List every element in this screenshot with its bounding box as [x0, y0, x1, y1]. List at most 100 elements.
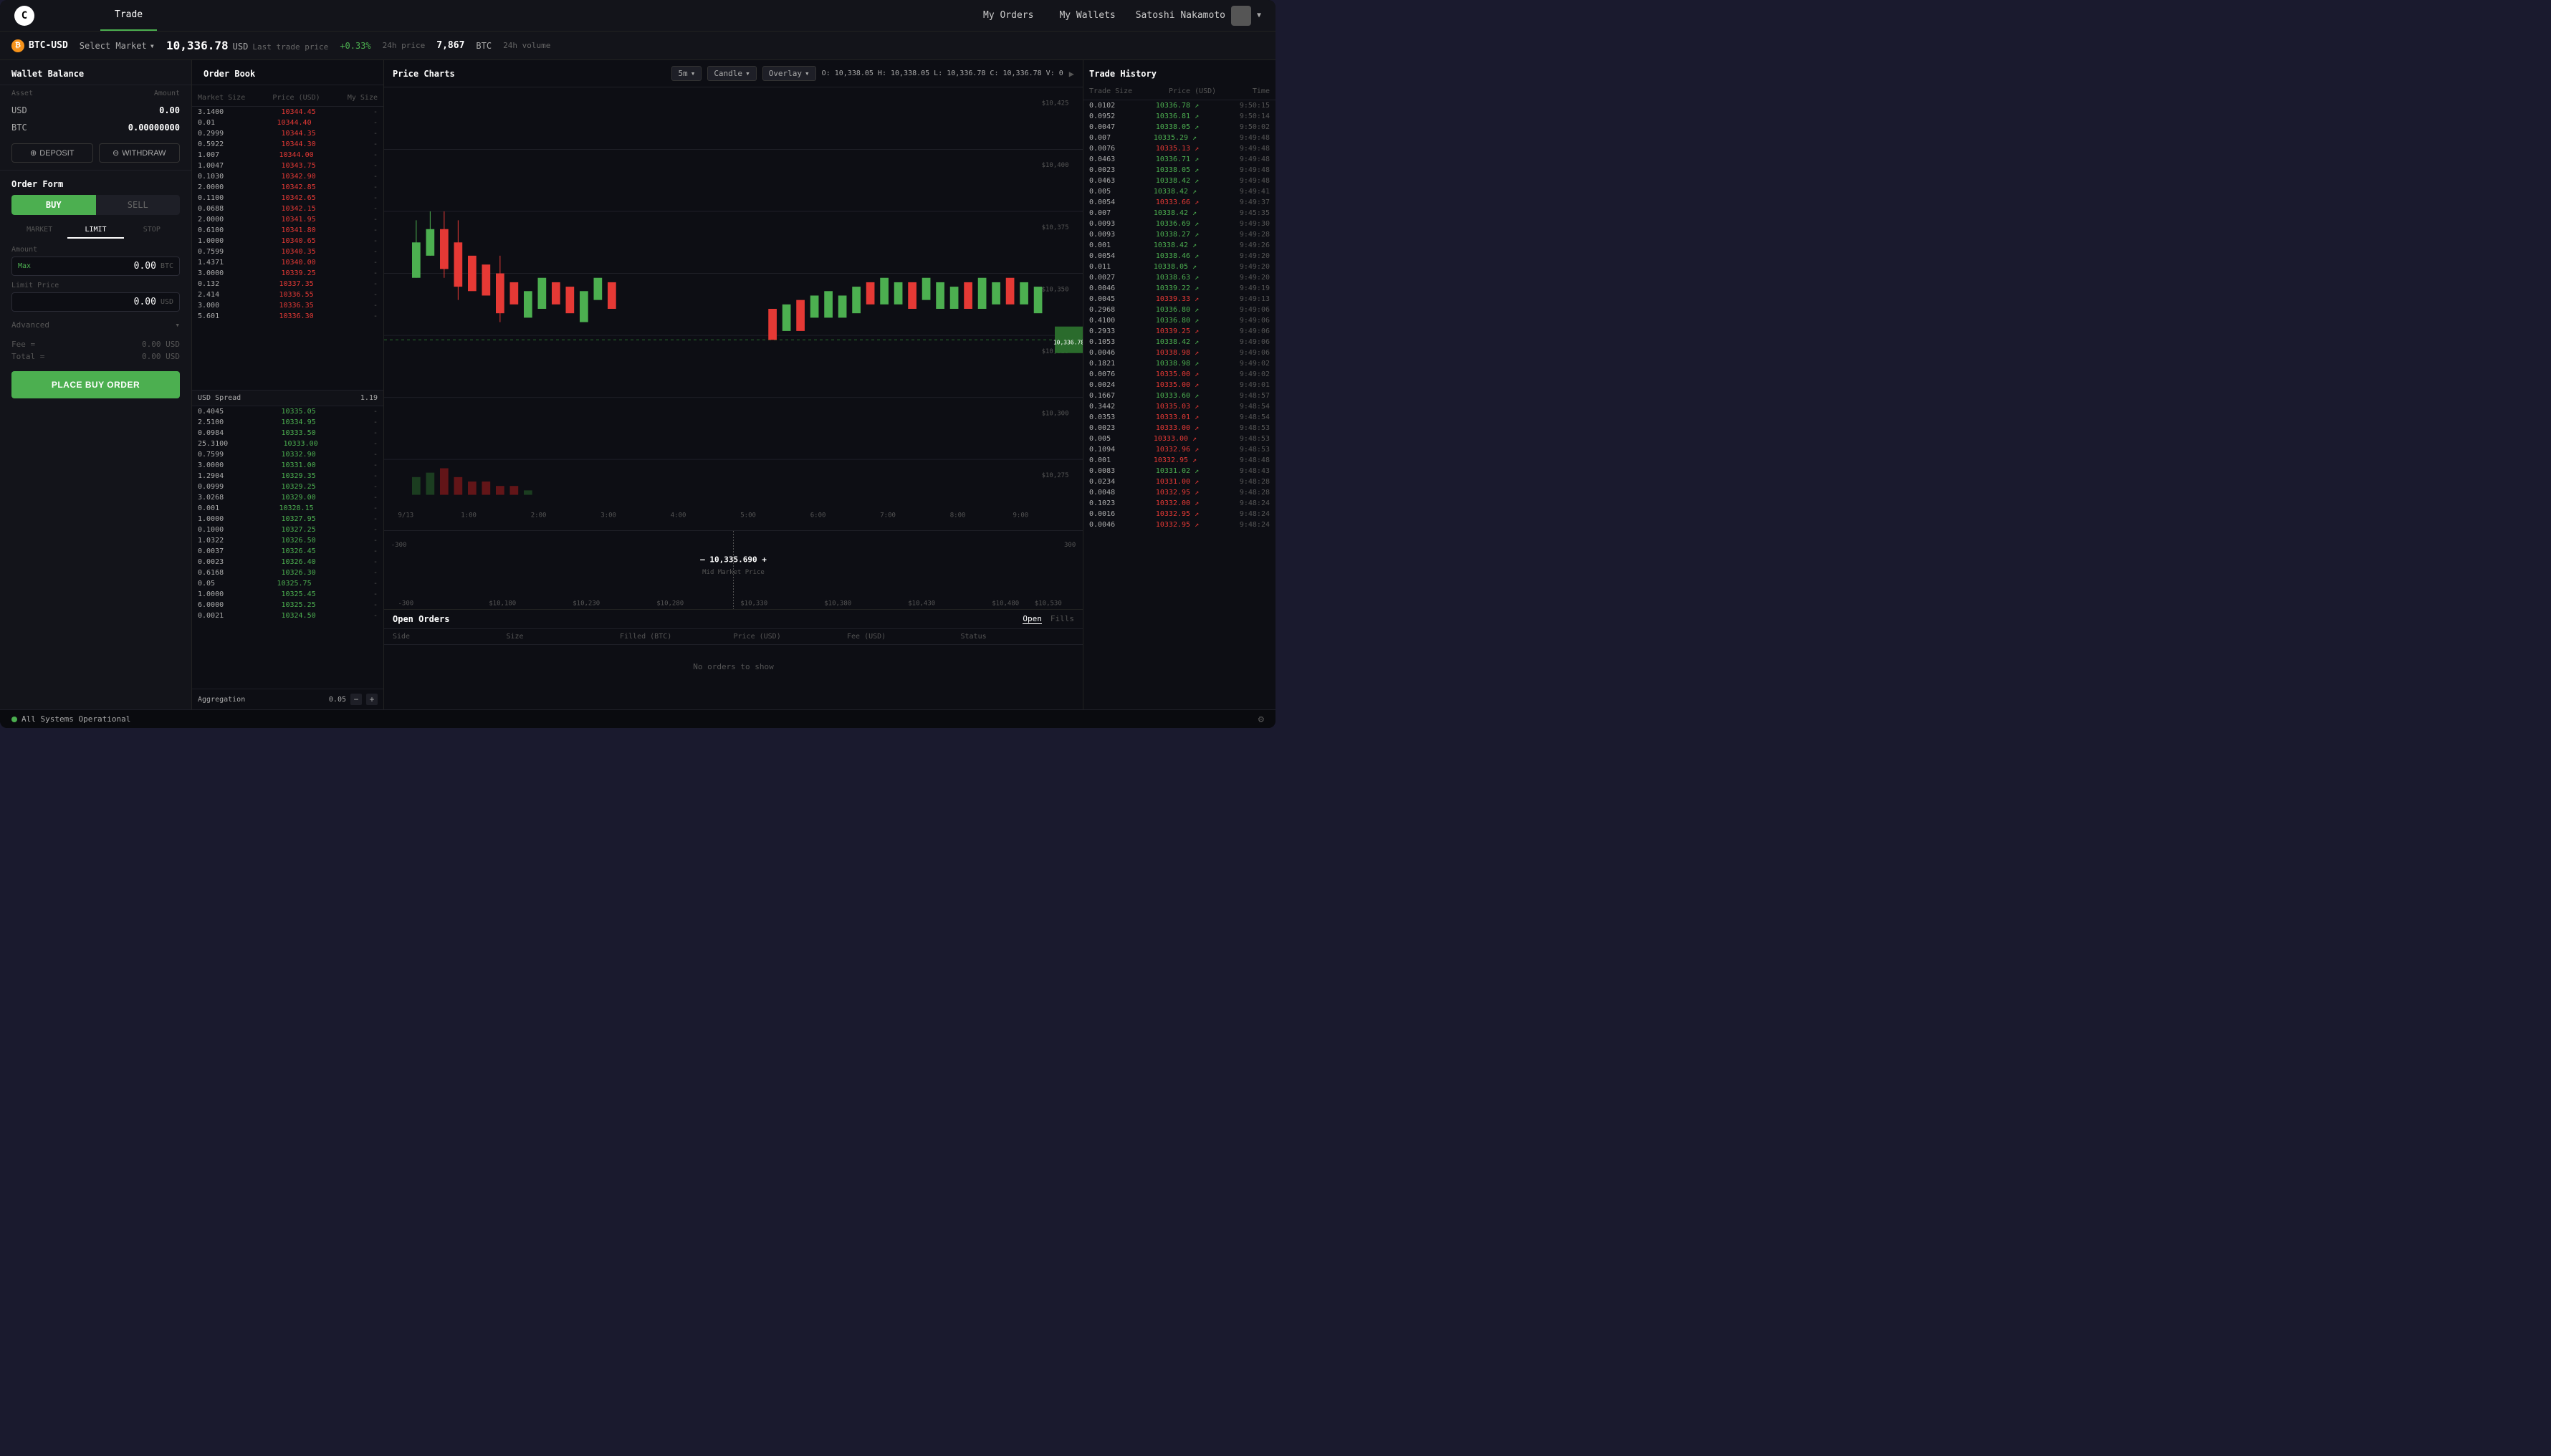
ob-buy-row[interactable]: 0.0037 10326.45 -: [192, 546, 383, 557]
my-wallets-button[interactable]: My Wallets: [1053, 7, 1121, 24]
ob-sell-row[interactable]: 2.0000 10341.95 -: [192, 214, 383, 225]
nav-tab-trade[interactable]: Trade: [100, 0, 157, 31]
ob-header-market-size: Market Size: [198, 94, 245, 102]
svg-text:9:00: 9:00: [1013, 512, 1029, 519]
trade-history-row: 0.0046 10332.95 ↗ 9:48:24: [1083, 519, 1276, 530]
deposit-button[interactable]: ⊕ DEPOSIT: [11, 143, 93, 163]
ob-sell-row[interactable]: 2.414 10336.55 -: [192, 289, 383, 300]
ob-buy-row[interactable]: 0.0999 10329.25 -: [192, 482, 383, 492]
svg-text:-300: -300: [398, 600, 414, 608]
order-type-limit[interactable]: LIMIT: [67, 222, 123, 239]
ob-sell-row[interactable]: 1.007 10344.00 -: [192, 150, 383, 161]
timeframe-dropdown[interactable]: 5m ▾: [671, 66, 702, 81]
ob-buy-row[interactable]: 0.001 10328.15 -: [192, 503, 383, 514]
chart-expand-icon[interactable]: ▶: [1069, 69, 1074, 79]
volume-label: 24h volume: [503, 41, 550, 50]
fee-value: 0.00 USD: [142, 340, 180, 349]
ob-sell-row[interactable]: 1.4371 10340.00 -: [192, 257, 383, 268]
place-order-button[interactable]: PLACE BUY ORDER: [11, 371, 180, 398]
oo-col-size: Size: [507, 633, 621, 641]
ob-buy-row[interactable]: 0.0023 10326.40 -: [192, 557, 383, 567]
open-tab[interactable]: Open: [1023, 614, 1042, 624]
amount-input-row[interactable]: Max 0.00 BTC: [11, 257, 180, 276]
ob-buy-row[interactable]: 0.0984 10333.50 -: [192, 428, 383, 439]
advanced-row[interactable]: Advanced ▾: [0, 317, 191, 332]
candle-chart-area: $10,425 $10,400 $10,375 $10,350 $10,325 …: [384, 87, 1083, 530]
th-price: 10338.42 ↗: [1154, 209, 1197, 217]
ob-sell-row[interactable]: 0.132 10337.35 -: [192, 279, 383, 289]
aggregation-increase-button[interactable]: +: [366, 694, 378, 705]
ob-sell-row[interactable]: 0.0688 10342.15 -: [192, 203, 383, 214]
chart-header: Price Charts 5m ▾ Candle ▾ Overlay ▾: [384, 60, 1083, 87]
th-size: 0.0093: [1089, 231, 1115, 239]
th-size: 0.0046: [1089, 349, 1115, 357]
ob-sell-row[interactable]: 0.7599 10340.35 -: [192, 246, 383, 257]
logo-icon[interactable]: C: [14, 6, 34, 26]
my-orders-button[interactable]: My Orders: [977, 7, 1039, 24]
th-time: 9:50:14: [1240, 112, 1270, 120]
settings-icon[interactable]: ⚙: [1258, 714, 1264, 725]
order-book-panel: Order Book Market Size Price (USD) My Si…: [192, 60, 384, 709]
svg-text:9/13: 9/13: [398, 512, 414, 519]
ob-buy-row[interactable]: 0.6168 10326.30 -: [192, 567, 383, 578]
ob-sell-row[interactable]: 5.601 10336.30 -: [192, 311, 383, 322]
ob-buy-row[interactable]: 3.0000 10331.00 -: [192, 460, 383, 471]
user-area[interactable]: Satoshi Nakamoto ▼: [1136, 6, 1261, 26]
ob-buy-row[interactable]: 0.4045 10335.05 -: [192, 406, 383, 417]
chart-type-dropdown[interactable]: Candle ▾: [707, 66, 756, 81]
ob-buy-row[interactable]: 3.0268 10329.00 -: [192, 492, 383, 503]
ob-sell-row[interactable]: 3.000 10336.35 -: [192, 300, 383, 311]
limit-price-input-row[interactable]: 0.00 USD: [11, 292, 180, 312]
ob-sell-row[interactable]: 0.6100 10341.80 -: [192, 225, 383, 236]
ob-buy-row[interactable]: 6.0000 10325.25 -: [192, 600, 383, 610]
ob-sell-row[interactable]: 3.0000 10339.25 -: [192, 268, 383, 279]
ob-sell-row[interactable]: 0.2999 10344.35 -: [192, 128, 383, 139]
th-size: 0.1053: [1089, 338, 1115, 346]
sell-tab[interactable]: SELL: [96, 195, 181, 215]
aggregation-decrease-button[interactable]: −: [350, 694, 362, 705]
th-price: 10335.13 ↗: [1156, 145, 1199, 153]
order-type-market[interactable]: MARKET: [11, 222, 67, 239]
trade-history-row: 0.0353 10333.01 ↗ 9:48:54: [1083, 412, 1276, 423]
th-price: 10338.05 ↗: [1154, 263, 1197, 271]
ob-buy-row[interactable]: 1.0000 10325.45 -: [192, 589, 383, 600]
nav-tabs: Trade: [100, 0, 977, 31]
buy-tab[interactable]: BUY: [11, 195, 96, 215]
ob-sell-row[interactable]: 0.1100 10342.65 -: [192, 193, 383, 203]
overlay-dropdown[interactable]: Overlay ▾: [762, 66, 816, 81]
order-type-tabs: MARKET LIMIT STOP: [11, 222, 180, 239]
th-time: 9:45:35: [1240, 209, 1270, 217]
ob-buy-row[interactable]: 2.5100 10334.95 -: [192, 417, 383, 428]
max-link[interactable]: Max: [18, 262, 31, 270]
fills-tab[interactable]: Fills: [1050, 614, 1074, 624]
ob-sell-row[interactable]: 0.01 10344.40 -: [192, 118, 383, 128]
ob-buy-row[interactable]: 1.0322 10326.50 -: [192, 535, 383, 546]
ob-buy-row[interactable]: 0.05 10325.75 -: [192, 578, 383, 589]
th-time: 9:48:24: [1240, 499, 1270, 507]
ob-sell-row[interactable]: 2.0000 10342.85 -: [192, 182, 383, 193]
ob-header-price: Price (USD): [272, 94, 320, 102]
ob-sell-row[interactable]: 0.5922 10344.30 -: [192, 139, 383, 150]
ob-buy-row[interactable]: 1.0000 10327.95 -: [192, 514, 383, 525]
ob-buy-row[interactable]: 0.0021 10324.50 -: [192, 610, 383, 621]
th-price: 10338.42 ↗: [1156, 338, 1199, 346]
th-price: 10335.00 ↗: [1156, 370, 1199, 378]
th-header-time: Time: [1253, 87, 1270, 95]
ob-sell-row[interactable]: 3.1400 10344.45 -: [192, 107, 383, 118]
limit-price-value: 0.00: [18, 297, 156, 307]
ob-buy-row[interactable]: 0.7599 10332.90 -: [192, 449, 383, 460]
ob-buy-row[interactable]: 1.2904 10329.35 -: [192, 471, 383, 482]
market-select[interactable]: Select Market ▾: [80, 41, 155, 51]
ob-sell-row[interactable]: 1.0047 10343.75 -: [192, 161, 383, 171]
withdraw-button[interactable]: ⊖ WITHDRAW: [99, 143, 181, 163]
th-price: 10333.66 ↗: [1156, 198, 1199, 206]
ob-sell-row[interactable]: 0.1030 10342.90 -: [192, 171, 383, 182]
ob-sell-row[interactable]: 1.0000 10340.65 -: [192, 236, 383, 246]
th-price: 10333.01 ↗: [1156, 413, 1199, 421]
order-type-stop[interactable]: STOP: [124, 222, 180, 239]
trade-history-row: 0.2933 10339.25 ↗ 9:49:06: [1083, 326, 1276, 337]
ob-buy-row[interactable]: 0.1000 10327.25 -: [192, 525, 383, 535]
ob-buy-row[interactable]: 25.3100 10333.00 -: [192, 439, 383, 449]
wallet-usd-amount: 0.00: [159, 105, 180, 115]
wallet-header-amount: Amount: [154, 90, 180, 97]
